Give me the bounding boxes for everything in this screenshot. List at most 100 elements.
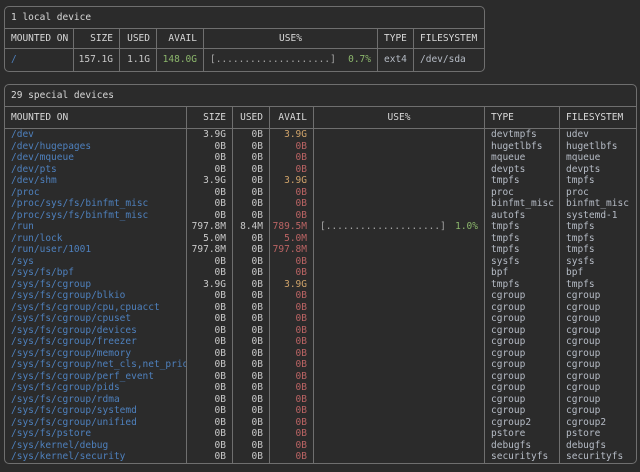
used-cell: 0B [233, 244, 270, 256]
type-cell: cgroup [485, 394, 560, 406]
avail-cell: 0B [270, 451, 314, 463]
use-percent-cell [314, 405, 485, 417]
mount-point-cell: /proc/sys/fs/binfmt_misc [5, 198, 187, 210]
size-cell: 0B [187, 164, 233, 176]
avail-cell: 0B [270, 382, 314, 394]
mount-point-cell: /dev/mqueue [5, 152, 187, 164]
filesystem-cell: /dev/sda [414, 49, 484, 71]
mount-point-cell: /sys/fs/cgroup/devices [5, 325, 187, 337]
filesystem-cell: cgroup [560, 336, 636, 348]
avail-cell: 0B [270, 336, 314, 348]
local-table-title: 1 local device [5, 7, 484, 29]
header-type: TYPE [378, 29, 414, 48]
terminal-screen[interactable]: 1 local device MOUNTED ON SIZE USED AVAI… [0, 0, 640, 464]
size-cell: 0B [187, 210, 233, 222]
filesystem-cell: systemd-1 [560, 210, 636, 222]
mount-point-cell: /run/lock [5, 233, 187, 245]
type-cell: hugetlbfs [485, 141, 560, 153]
usage-bar: [....................] [210, 49, 336, 71]
type-cell: cgroup [485, 325, 560, 337]
type-cell: cgroup [485, 313, 560, 325]
mount-point-cell: /sys/fs/cgroup/freezer [5, 336, 187, 348]
table-row: /sys/fs/cgroup/systemd0B0B0Bcgroupcgroup [5, 405, 636, 417]
usage-bar: [....................] [320, 221, 446, 233]
size-cell: 0B [187, 313, 233, 325]
header-use-percent: USE% [204, 29, 378, 48]
used-cell: 0B [233, 394, 270, 406]
mount-point-cell: /sys/fs/cgroup/blkio [5, 290, 187, 302]
size-cell: 0B [187, 256, 233, 268]
mount-point-cell: /sys [5, 256, 187, 268]
mount-point-cell: /sys/fs/cgroup/cpuset [5, 313, 187, 325]
type-cell: tmpfs [485, 244, 560, 256]
mount-point-cell: /sys/fs/cgroup/systemd [5, 405, 187, 417]
use-percent-cell [314, 210, 485, 222]
avail-cell: 5.0M [270, 233, 314, 245]
avail-cell: 0B [270, 290, 314, 302]
use-percent-cell [314, 359, 485, 371]
local-table-header: MOUNTED ON SIZE USED AVAIL USE% TYPE FIL… [5, 29, 484, 49]
header-mounted-on: MOUNTED ON [5, 29, 74, 48]
type-cell: cgroup [485, 382, 560, 394]
special-table-header: MOUNTED ON SIZE USED AVAIL USE% TYPE FIL… [5, 107, 636, 129]
type-cell: cgroup [485, 359, 560, 371]
size-cell: 0B [187, 440, 233, 452]
avail-cell: 0B [270, 428, 314, 440]
mount-point-cell: / [5, 49, 74, 71]
type-cell: binfmt_misc [485, 198, 560, 210]
avail-cell: 797.8M [270, 244, 314, 256]
mount-point-cell: /sys/fs/cgroup/pids [5, 382, 187, 394]
size-cell: 3.9G [187, 129, 233, 141]
filesystem-cell: hugetlbfs [560, 141, 636, 153]
table-row: /sys/fs/cgroup/unified0B0B0Bcgroup2cgrou… [5, 417, 636, 429]
mount-point-cell: /sys/fs/cgroup/rdma [5, 394, 187, 406]
use-percent-cell [314, 233, 485, 245]
size-cell: 0B [187, 198, 233, 210]
used-cell: 0B [233, 440, 270, 452]
use-percent-cell [314, 394, 485, 406]
table-row: /proc/sys/fs/binfmt_misc0B0B0Bautofssyst… [5, 210, 636, 222]
filesystem-cell: cgroup [560, 302, 636, 314]
use-percent-cell [314, 382, 485, 394]
mount-point-cell: /proc [5, 187, 187, 199]
size-cell: 3.9G [187, 279, 233, 291]
avail-cell: 3.9G [270, 279, 314, 291]
size-cell: 3.9G [187, 175, 233, 187]
use-percent-cell [314, 129, 485, 141]
table-row: /sys/fs/cgroup3.9G0B3.9Gtmpfstmpfs [5, 279, 636, 291]
avail-cell: 0B [270, 141, 314, 153]
table-row: /sys/fs/cgroup/freezer0B0B0Bcgroupcgroup [5, 336, 636, 348]
local-table-body: /157.1G1.1G148.0G[....................]0… [5, 49, 484, 71]
table-row: /proc/sys/fs/binfmt_misc0B0B0Bbinfmt_mis… [5, 198, 636, 210]
filesystem-cell: sysfs [560, 256, 636, 268]
filesystem-cell: devpts [560, 164, 636, 176]
filesystem-cell: debugfs [560, 440, 636, 452]
size-cell: 0B [187, 359, 233, 371]
used-cell: 0B [233, 129, 270, 141]
table-row: /sys/fs/cgroup/memory0B0B0Bcgroupcgroup [5, 348, 636, 360]
type-cell: tmpfs [485, 233, 560, 245]
use-percent-cell [314, 313, 485, 325]
used-cell: 0B [233, 428, 270, 440]
use-percent-cell [314, 279, 485, 291]
mount-point-cell: /sys/fs/cgroup [5, 279, 187, 291]
table-row: /sys/fs/cgroup/cpu,cpuacct0B0B0Bcgroupcg… [5, 302, 636, 314]
used-cell: 0B [233, 290, 270, 302]
size-cell: 0B [187, 417, 233, 429]
mount-point-cell: /sys/fs/bpf [5, 267, 187, 279]
used-cell: 0B [233, 336, 270, 348]
filesystem-cell: cgroup [560, 313, 636, 325]
use-percent-cell [314, 198, 485, 210]
used-cell: 0B [233, 210, 270, 222]
use-percent-cell [314, 152, 485, 164]
used-cell: 0B [233, 382, 270, 394]
size-cell: 0B [187, 141, 233, 153]
size-cell: 0B [187, 302, 233, 314]
type-cell: autofs [485, 210, 560, 222]
table-row: /dev3.9G0B3.9Gdevtmpfsudev [5, 129, 636, 141]
special-table-title: 29 special devices [5, 85, 636, 107]
size-cell: 0B [187, 382, 233, 394]
size-cell: 0B [187, 371, 233, 383]
type-cell: pstore [485, 428, 560, 440]
used-cell: 0B [233, 348, 270, 360]
